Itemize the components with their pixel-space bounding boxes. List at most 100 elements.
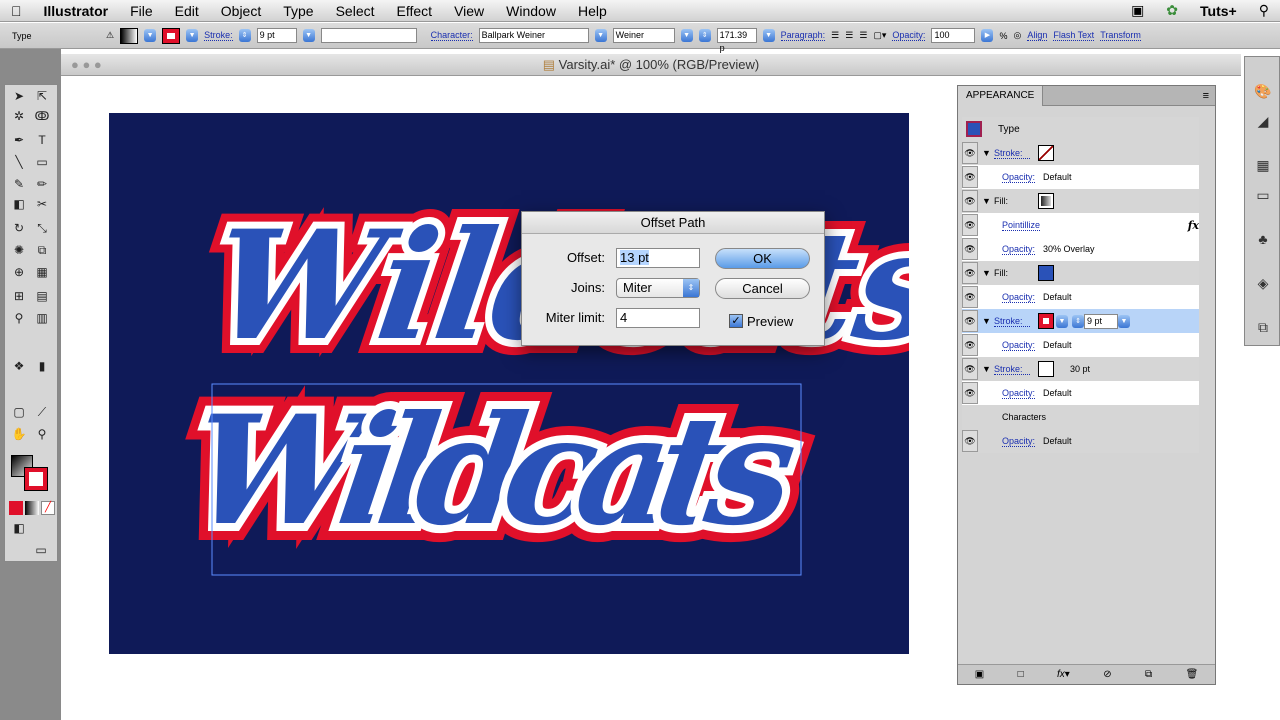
warp-tool-icon[interactable]: ✺ — [9, 241, 29, 259]
hand-tool-icon[interactable]: ✋ — [9, 425, 29, 443]
menu-effect[interactable]: Effect — [386, 3, 444, 19]
appearance-row[interactable]: 👁 Opacity: Default — [962, 381, 1199, 405]
appearance-row[interactable]: 👁 ▼ Fill: — [962, 189, 1199, 213]
appearance-row[interactable]: 👁 Opacity: Default — [962, 429, 1199, 453]
opacity-link[interactable]: Opacity: — [892, 30, 926, 41]
row-swatch[interactable] — [1038, 193, 1054, 209]
artboard[interactable]: Wildcats Wildcats Wildcats Wildcats — [109, 113, 969, 654]
row-label[interactable]: Opacity: — [1002, 292, 1036, 303]
duplicate-item-icon[interactable]: ⧉ — [1145, 669, 1152, 680]
appearance-type-row[interactable]: Type — [962, 117, 1199, 141]
visibility-eye-icon[interactable]: 👁 — [962, 430, 978, 452]
pencil-tool-icon[interactable]: ✏ — [32, 175, 52, 193]
delete-item-icon[interactable]: 🗑 — [1186, 669, 1199, 680]
visibility-eye-icon[interactable]: 👁 — [962, 238, 978, 260]
stroke-stepper[interactable]: ⇕ — [238, 29, 251, 42]
appearance-row[interactable]: 👁 ▼ Fill: — [962, 261, 1199, 285]
visibility-eye-icon[interactable]: 👁 — [962, 262, 978, 284]
add-new-fill-icon[interactable]: □ — [1018, 669, 1024, 680]
stroke-weight-input[interactable]: 9 pt — [1084, 313, 1118, 329]
type-tool-icon[interactable]: T — [32, 131, 52, 149]
warning-icon[interactable]: ⚠ — [106, 30, 114, 41]
ok-button[interactable]: OK — [715, 248, 810, 269]
appearance-row[interactable]: 👁 Pointillize fx — [962, 213, 1199, 237]
appearance-row[interactable]: 👁 Opacity: Default — [962, 333, 1199, 357]
user-menu[interactable]: Tuts+ — [1189, 3, 1248, 19]
character-link[interactable]: Character: — [430, 30, 473, 41]
panel-menu-icon[interactable]: ≡ — [1203, 86, 1209, 106]
align-center-icon[interactable]: ☰ — [845, 30, 853, 41]
add-effect-icon[interactable]: fx▾ — [1057, 669, 1070, 680]
envelope-icon[interactable]: ▢▾ — [873, 30, 886, 41]
paintbrush-tool-icon[interactable]: ✎ — [9, 175, 29, 193]
fx-icon[interactable]: fx — [1188, 219, 1199, 232]
fill-swatch[interactable] — [120, 27, 139, 44]
zoom-tool-icon[interactable]: ⚲ — [32, 425, 52, 443]
fill-dropdown[interactable]: ▼ — [144, 29, 157, 42]
appearance-row[interactable]: 👁 Opacity: Default — [962, 285, 1199, 309]
stroke-swatch[interactable] — [162, 27, 181, 44]
disclosure-triangle-icon[interactable]: ▼ — [982, 364, 994, 374]
eyedropper-tool-icon[interactable]: ⚲ — [9, 309, 29, 327]
appearance-row[interactable]: 👁 ▼ Stroke: ▼ ⇕ 9 pt ▼ — [962, 309, 1199, 333]
align-left-icon[interactable]: ☰ — [831, 30, 839, 41]
cancel-button[interactable]: Cancel — [715, 278, 810, 299]
camera-icon[interactable]: ▣ — [1120, 2, 1155, 19]
color-mode-button[interactable] — [9, 501, 23, 515]
font-style-dropdown[interactable]: ▼ — [680, 29, 693, 42]
row-label[interactable]: Opacity: — [1002, 172, 1036, 183]
row-swatch[interactable] — [1038, 265, 1054, 281]
gradient-tool-icon[interactable]: ▤ — [32, 287, 52, 305]
pen-tool-icon[interactable]: ✒ — [9, 131, 29, 149]
none-mode-button[interactable]: ╱ — [41, 501, 55, 515]
visibility-eye-icon[interactable]: 👁 — [962, 166, 978, 188]
row-label[interactable]: Opacity: — [1002, 436, 1036, 447]
visibility-eye-icon[interactable]: 👁 — [962, 142, 978, 164]
row-label[interactable]: Stroke: — [994, 148, 1030, 159]
layers-icon[interactable]: ◈ — [1253, 275, 1273, 295]
lasso-tool-icon[interactable]: ↂ — [32, 107, 52, 125]
visibility-eye-icon[interactable]: 👁 — [962, 190, 978, 212]
magic-wand-tool-icon[interactable]: ✲ — [9, 107, 29, 125]
stroke-weight-dropdown[interactable]: ▼ — [1118, 314, 1130, 328]
font-family-input[interactable]: Ballpark Weiner — [478, 28, 589, 43]
visibility-eye-icon[interactable]: 👁 — [962, 358, 978, 380]
brush-dropdown[interactable] — [320, 28, 417, 43]
menu-type[interactable]: Type — [272, 3, 324, 19]
font-style-input[interactable]: Weiner — [612, 28, 675, 43]
stroke-color-box[interactable] — [24, 467, 48, 491]
screen-mode-icon[interactable]: ▭ — [31, 541, 51, 559]
rectangle-tool-icon[interactable]: ▭ — [32, 153, 52, 171]
appearance-tab[interactable]: APPEARANCE — [958, 86, 1044, 106]
paragraph-link[interactable]: Paragraph: — [780, 30, 826, 41]
font-size-dropdown[interactable]: ▼ — [762, 29, 775, 42]
window-controls-icon[interactable]: ● ● ● — [71, 54, 102, 76]
appearance-row[interactable]: 👁 Opacity: 30% Overlay — [962, 237, 1199, 261]
align-link[interactable]: Align — [1027, 30, 1048, 41]
apple-menu-icon[interactable]:  — [0, 3, 33, 19]
opacity-input[interactable]: 100 — [931, 28, 976, 43]
graph-tool-icon[interactable]: ▥ — [32, 309, 52, 327]
scale-tool-icon[interactable]: ⤡ — [32, 219, 52, 237]
disclosure-triangle-icon[interactable]: ▼ — [982, 268, 994, 278]
row-label[interactable]: Opacity: — [1002, 388, 1036, 399]
symbol-sprayer-tool-icon[interactable]: ❖ — [9, 357, 29, 375]
line-tool-icon[interactable]: ╲ — [9, 153, 29, 171]
spotlight-search-icon[interactable]: ⚲ — [1248, 2, 1280, 19]
appearance-row[interactable]: 👁 ▼ Stroke: 30 pt — [962, 357, 1199, 381]
rotate-tool-icon[interactable]: ↻ — [9, 219, 29, 237]
menu-file[interactable]: File — [119, 3, 164, 19]
offset-input[interactable]: 13 pt — [616, 248, 700, 268]
artboards-icon[interactable]: ⧉ — [1253, 319, 1273, 339]
stroke-color-dropdown[interactable]: ▼ — [1056, 314, 1068, 328]
menu-edit[interactable]: Edit — [164, 3, 210, 19]
appearance-row[interactable]: Characters — [962, 405, 1199, 429]
menu-select[interactable]: Select — [325, 3, 386, 19]
artwork-text-bottom[interactable]: Wildcats — [173, 374, 814, 567]
menu-object[interactable]: Object — [210, 3, 272, 19]
row-label[interactable]: Opacity: — [1002, 340, 1036, 351]
row-label[interactable]: Stroke: — [994, 316, 1030, 327]
mesh-tool-icon[interactable]: ⊞ — [9, 287, 29, 305]
stroke-link[interactable]: Stroke: — [204, 30, 233, 41]
row-label[interactable]: Stroke: — [994, 364, 1030, 375]
